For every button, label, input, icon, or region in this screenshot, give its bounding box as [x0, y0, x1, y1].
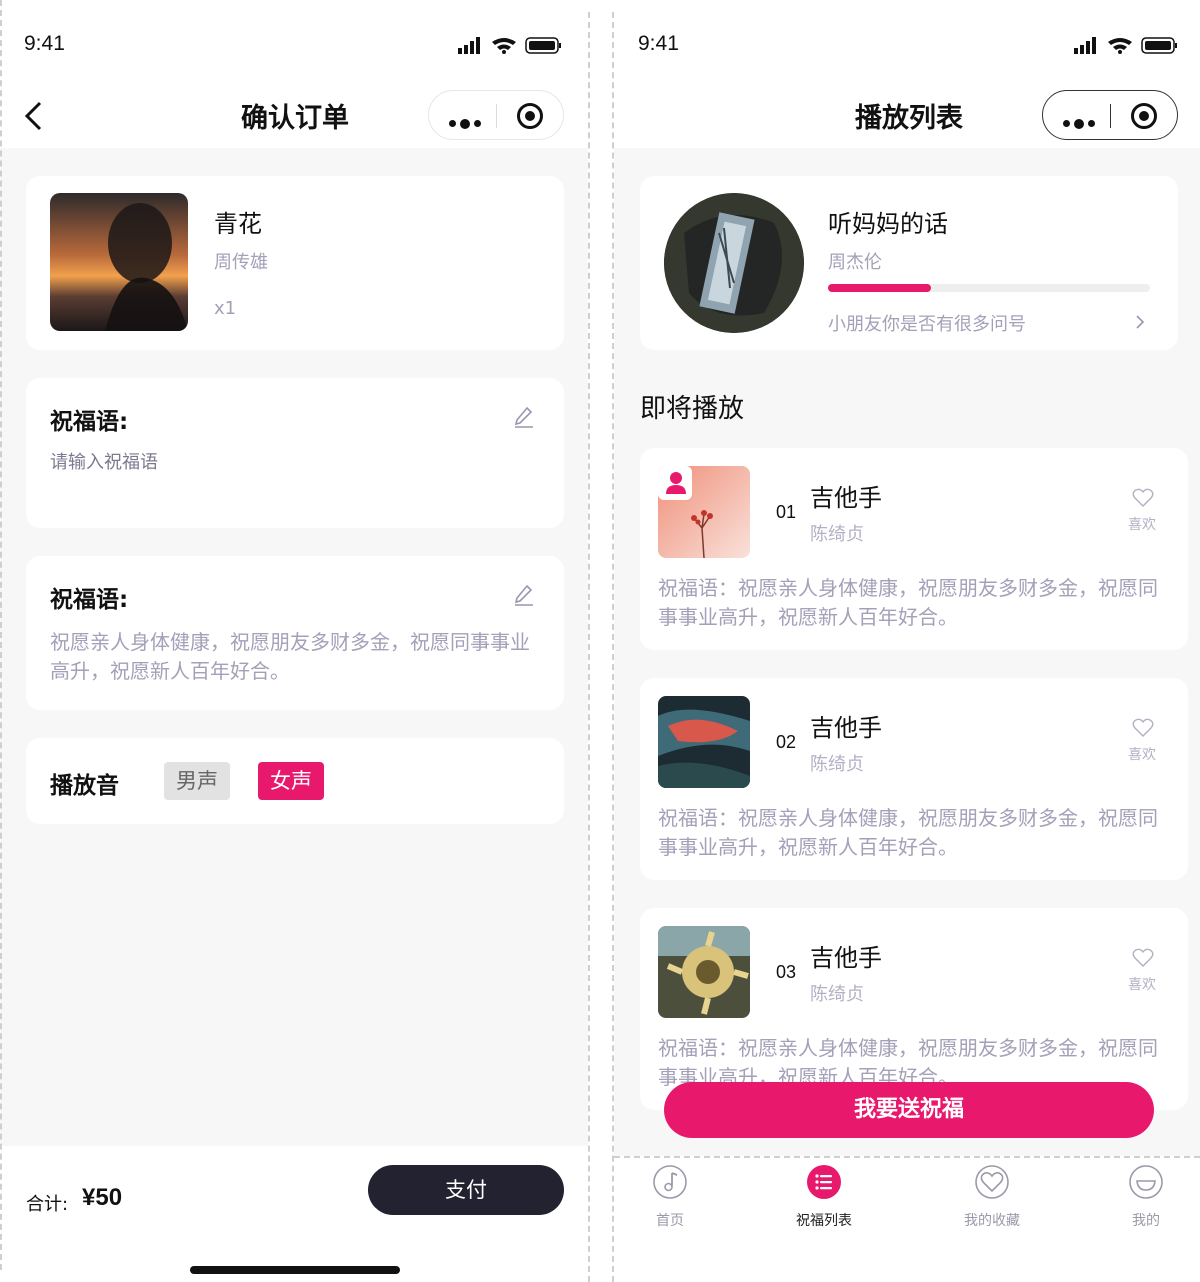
status-icons	[458, 37, 561, 54]
song-blessing: 祝福语：祝愿亲人身体健康，祝愿朋友多财多金，祝愿同事事业高升，祝愿新人百年好合。	[658, 806, 1158, 859]
song-card[interactable]: 02 吉他手 陈绮贞 喜欢 祝福语：祝愿亲人身体健康，祝愿朋友多财多金，祝愿同事…	[640, 678, 1188, 880]
mini-program-capsule	[1042, 90, 1178, 140]
more-icon[interactable]	[449, 113, 485, 132]
like-label[interactable]: 喜欢	[1128, 744, 1156, 764]
screen-divider	[588, 0, 614, 1282]
blessing-text-card[interactable]: 祝福语: 祝愿亲人身体健康，祝愿朋友多财多金，祝愿同事事业高升，祝愿新人百年好合…	[26, 556, 564, 710]
list-icon	[807, 1165, 841, 1199]
album-disc-image	[664, 193, 804, 333]
total-label: 合计:	[26, 1194, 69, 1215]
blessing-label: 祝福语:	[50, 409, 129, 435]
album-cover-image	[50, 193, 188, 331]
blessing-placeholder: 请输入祝福语	[50, 452, 158, 473]
close-mini-program-icon[interactable]	[1131, 103, 1157, 129]
tab-bar: 首页 祝福列表 我的收藏 我的	[614, 1156, 1200, 1282]
now-playing-artist: 周杰伦	[828, 252, 882, 273]
chevron-right-icon[interactable]	[1134, 314, 1146, 330]
lyric-line: 小朋友你是否有很多问号	[828, 314, 1026, 335]
left-edge-guide	[0, 0, 2, 1270]
back-arrow-icon[interactable]	[22, 100, 46, 132]
checkout-bar: 合计: ¥50 支付	[0, 1146, 588, 1282]
user-icon	[666, 472, 686, 494]
now-playing-title: 听妈妈的话	[828, 210, 948, 238]
quantity: x1	[214, 298, 237, 319]
song-thumbnail	[658, 696, 750, 788]
tab-mine[interactable]: 我的	[1106, 1164, 1186, 1230]
home-indicator	[190, 1266, 400, 1274]
heart-icon[interactable]	[1132, 718, 1154, 738]
song-index: 03	[776, 962, 797, 982]
song-card[interactable]: 01 吉他手 陈绮贞 喜欢 祝福语：祝愿亲人身体健康，祝愿朋友多财多金，祝愿同事…	[640, 448, 1188, 650]
tab-home[interactable]: 首页	[630, 1164, 710, 1230]
blessing-input-card[interactable]: 祝福语: 请输入祝福语	[26, 378, 564, 528]
total-amount: ¥50	[82, 1184, 123, 1211]
tab-label: 我的	[1132, 1213, 1160, 1229]
status-time: 9:41	[638, 32, 679, 55]
female-voice-option[interactable]: 女声	[258, 762, 324, 800]
voice-card: 播放音 男声 女声	[26, 738, 564, 824]
heart-icon	[975, 1165, 1009, 1199]
tab-label: 祝福列表	[796, 1213, 852, 1229]
song-artist: 陈绮贞	[810, 984, 864, 1005]
song-index: 01	[776, 502, 797, 522]
tab-label: 首页	[656, 1213, 684, 1229]
page-title: 确认订单	[241, 103, 349, 134]
status-time: 9:41	[24, 32, 65, 55]
upcoming-heading: 即将播放	[640, 394, 745, 424]
song-title: 吉他手	[810, 484, 882, 512]
tab-label: 我的收藏	[964, 1213, 1020, 1229]
song-index: 02	[776, 732, 797, 752]
edit-icon[interactable]	[512, 404, 536, 428]
like-label[interactable]: 喜欢	[1128, 974, 1156, 994]
now-playing-card[interactable]: 听妈妈的话 周杰伦 小朋友你是否有很多问号	[640, 176, 1178, 350]
send-blessing-button[interactable]: 我要送祝福	[664, 1082, 1154, 1138]
song-artist: 陈绮贞	[810, 754, 864, 775]
status-icons	[1074, 37, 1177, 54]
blessing-label: 祝福语:	[50, 587, 129, 613]
playback-progress-fill	[828, 284, 932, 292]
confirm-order-screen: 9:41 确认订单 青花 周传雄 x1 祝福语: 请输入祝福语 祝福语: 祝愿亲…	[0, 0, 588, 1282]
tab-blessing-list[interactable]: 祝福列表	[784, 1164, 864, 1230]
song-thumbnail	[658, 926, 750, 1018]
playlist-screen: 9:41 播放列表 听妈妈的话 周杰伦 小朋友你是否有很多问号 即将播放 01 …	[614, 0, 1200, 1282]
mini-program-capsule	[428, 90, 564, 140]
song-artist: 周传雄	[214, 252, 268, 273]
heart-icon[interactable]	[1132, 488, 1154, 508]
edit-icon[interactable]	[512, 582, 536, 606]
heart-icon[interactable]	[1132, 948, 1154, 968]
playback-progress[interactable]	[828, 284, 1150, 292]
product-card: 青花 周传雄 x1	[26, 176, 564, 350]
more-icon[interactable]	[1063, 113, 1099, 132]
voice-label: 播放音	[50, 773, 119, 799]
pay-button[interactable]: 支付	[368, 1165, 564, 1215]
like-label[interactable]: 喜欢	[1128, 514, 1156, 534]
song-title: 青花	[214, 210, 262, 238]
page-title: 播放列表	[855, 103, 963, 134]
song-title: 吉他手	[810, 944, 882, 972]
song-artist: 陈绮贞	[810, 524, 864, 545]
male-voice-option[interactable]: 男声	[164, 762, 230, 800]
song-blessing: 祝福语：祝愿亲人身体健康，祝愿朋友多财多金，祝愿同事事业高升，祝愿新人百年好合。	[658, 576, 1158, 629]
music-note-icon	[653, 1165, 687, 1199]
blessing-text: 祝愿亲人身体健康，祝愿朋友多财多金，祝愿同事事业高升，祝愿新人百年好合。	[50, 630, 530, 683]
close-mini-program-icon[interactable]	[517, 103, 543, 129]
tab-favorites[interactable]: 我的收藏	[952, 1164, 1032, 1230]
song-title: 吉他手	[810, 714, 882, 742]
song-thumbnail	[658, 466, 750, 558]
song-card[interactable]: 03 吉他手 陈绮贞 喜欢 祝福语：祝愿亲人身体健康，祝愿朋友多财多金，祝愿同事…	[640, 908, 1188, 1110]
smile-icon	[1129, 1165, 1163, 1199]
